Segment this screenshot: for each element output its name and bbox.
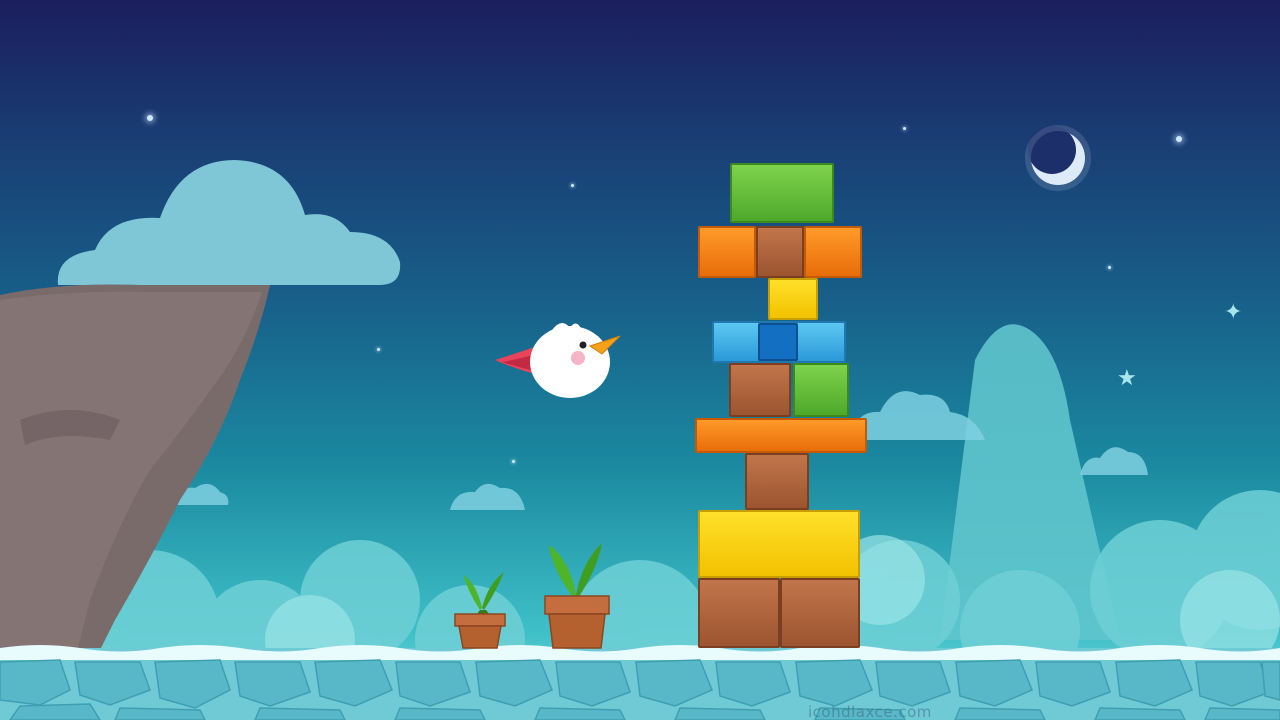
yellow-block[interactable] [698,510,860,578]
watermark-text: icohdlaxce.com [808,703,932,720]
star-icon [1108,266,1111,269]
orange-block[interactable] [804,226,862,278]
star-icon [512,460,515,463]
star-icon [571,184,574,187]
game-scene: ✦ ★ icohdlaxce.com [0,0,1280,720]
bird-body [530,326,610,398]
star-icon [147,115,153,121]
brown-block[interactable] [698,578,780,648]
brown-block[interactable] [756,226,804,278]
star-icon [903,127,906,130]
green-block[interactable] [793,363,849,417]
small-plant [454,572,506,649]
large-cloud [57,160,401,285]
orange-plank-block[interactable] [695,418,867,453]
sparkle-icon: ✦ [1224,300,1243,325]
bird-eye [579,341,587,349]
brown-block[interactable] [745,453,809,510]
tall-plant [544,543,610,649]
potted-plants [454,543,610,649]
dark-blue-block[interactable] [758,323,798,361]
moon-icon [1025,125,1091,191]
star-icon [1176,136,1182,142]
green-block[interactable] [730,163,834,223]
brown-block[interactable] [780,578,860,648]
background-scenery [0,125,1280,720]
orange-block[interactable] [698,226,756,278]
yellow-block[interactable] [768,278,818,320]
brown-block[interactable] [729,363,791,417]
star-icon [377,348,380,351]
bird-character[interactable] [490,312,625,404]
sparkle-icon: ★ [1117,366,1137,391]
